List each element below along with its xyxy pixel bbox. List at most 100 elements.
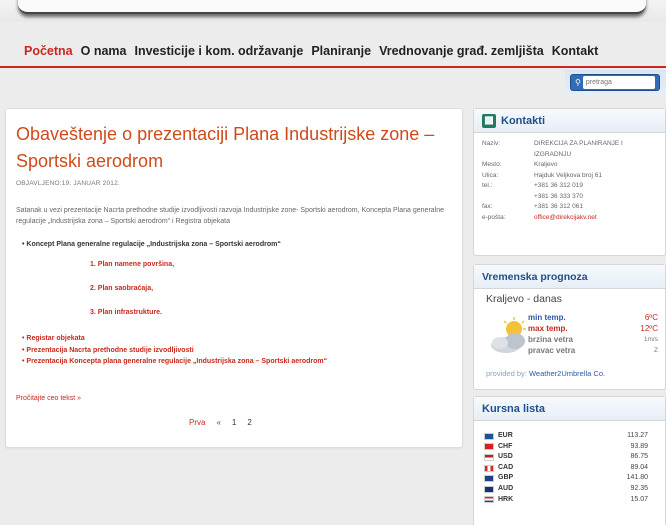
hr-flag-icon (484, 496, 494, 504)
currency-row: CAD 89.04 (484, 463, 654, 474)
currency-code: USD (498, 453, 513, 461)
weather-row-speed: brzina vetra 1m/s (528, 334, 658, 345)
weather-label: max temp. (528, 324, 568, 333)
currency-row: EUR 113.27 (484, 431, 654, 442)
weather-row-min: min temp. 6ºC (528, 312, 658, 323)
contact-value: +381 36 312 061 (534, 203, 583, 210)
contact-key: Naziv: (482, 140, 501, 147)
contact-value: DIREKCIJA ZA PLANIRANJE I (534, 140, 623, 147)
search-input[interactable] (582, 76, 655, 89)
contact-key: tel.: (482, 182, 493, 189)
plan-link-infrastruktura[interactable]: 3. Plan infrastrukture. (90, 309, 174, 333)
contact-key: Ulica: (482, 171, 499, 179)
header-strip (0, 0, 666, 22)
search-icon[interactable]: ⚲ (575, 78, 581, 87)
partly-cloudy-icon (491, 317, 526, 353)
contacts-box: ▩ Kontakti Naziv: DIREKCIJA ZA PLANIRANJE… (473, 108, 666, 256)
contact-value: Kraljevo (534, 161, 558, 168)
contact-row: Ulica: Hajduk Veljkova broj 61 (482, 171, 659, 182)
contacts-title: Kontakti (501, 114, 545, 127)
weather-location: Kraljevo - danas (486, 293, 562, 305)
nav-item-pocetna[interactable]: Početna (24, 44, 73, 62)
currency-row: HRK 15.07 (484, 495, 654, 506)
article-bullets: Koncept Plana generalne regulacije „Indu… (22, 240, 452, 250)
article-date: OBJAVLJENO:19. JANUAR 2012. (16, 180, 120, 187)
weather-value: 12ºC (640, 324, 658, 333)
weather-values: min temp. 6ºC max temp. 12ºC brzina vetra 1… (528, 312, 658, 356)
weather-value: 1m/s (643, 336, 658, 343)
contact-key: fax: (482, 203, 493, 210)
nav-divider (0, 66, 666, 68)
contact-value: +381 36 312 019 (534, 182, 583, 189)
article-intro: Satanak u vezi prezentacije Nacrta preth… (16, 207, 445, 225)
nav-item-investicije[interactable]: Investicije i kom. održavanje (135, 44, 304, 62)
currency-code: EUR (498, 432, 513, 439)
contact-key: Mesto: (482, 161, 502, 168)
currency-rate: 92.35 (630, 484, 648, 492)
nav-item-kontakt[interactable]: Kontakt (552, 44, 599, 62)
currency-header: Kursna lista (474, 397, 665, 421)
weather-title: Vremenska prognoza (482, 270, 588, 283)
currency-code: CHF (498, 442, 513, 450)
contact-row: +381 36 333 370 (482, 192, 659, 203)
contact-row: IZGRADNJU (482, 150, 659, 161)
currency-code: CAD (498, 463, 514, 471)
weather-value: 6ºC (644, 313, 658, 322)
plan-link-namena[interactable]: 1. Plan namene površina, (90, 261, 174, 285)
weather-provider: provided by: Weather2Umbrella Co. (486, 369, 605, 378)
read-more-link[interactable]: Pročitajte ceo tekst » (16, 395, 81, 402)
nav-item-planiranje[interactable]: Planiranje (311, 44, 371, 62)
document-links: Registar objekata Prezentacija Nacrta pr… (22, 333, 452, 368)
link-registar[interactable]: Registar objekata (22, 333, 452, 345)
provider-link[interactable]: Weather2Umbrella Co. (529, 369, 605, 378)
contacts-table: Naziv: DIREKCIJA ZA PLANIRANJE I IZGRADNJ… (482, 139, 659, 223)
ca-flag-icon (484, 464, 494, 472)
plan-link-saobracaj[interactable]: 2. Plan saobraćaja, (90, 285, 174, 309)
currency-code: HRK (498, 495, 514, 503)
currency-title: Kursna lista (482, 402, 545, 415)
currency-rate: 15.07 (630, 495, 648, 503)
contact-value: IZGRADNJU (534, 150, 572, 158)
currency-row: CHF 93.89 (484, 442, 654, 453)
link-prezentacija-nacrta[interactable]: Prezentacija Nacrta prethodne studije iz… (22, 345, 452, 357)
article-title[interactable]: Obaveštenje o prezentaciji Plana Industr… (16, 121, 436, 175)
pagination: Prva « 1 2 (189, 418, 252, 427)
gb-flag-icon (484, 475, 494, 483)
nav-item-o-nama[interactable]: O nama (81, 44, 127, 62)
bullet-concept: Koncept Plana generalne regulacije „Indu… (22, 240, 452, 250)
weather-label: pravac vetra (528, 346, 576, 355)
pager-page-1[interactable]: 1 (232, 418, 236, 427)
contact-email-link[interactable]: office@direkcijakv.net (534, 213, 659, 224)
contact-value: +381 36 333 370 (534, 192, 583, 200)
pager-page-2[interactable]: 2 (247, 418, 251, 427)
currency-row: USD 86.75 (484, 452, 654, 463)
contact-key: e-pošta: (482, 213, 506, 221)
currency-rate: 86.75 (630, 453, 648, 461)
search-box: ⚲ (570, 74, 660, 91)
currency-list: EUR 113.27 CHF 93.89 USD 86.75 CAD 89.04 GBP… (484, 431, 654, 505)
contact-key (482, 150, 534, 161)
pager-prev[interactable]: « (216, 418, 220, 427)
contact-value: Hajduk Veljkova broj 61 (534, 171, 602, 179)
contact-row: Mesto: Kraljevo (482, 160, 659, 171)
link-prezentacija-koncepta[interactable]: Prezentacija Koncepta plana generalne re… (22, 356, 452, 368)
us-flag-icon (484, 453, 494, 461)
ch-flag-icon (484, 443, 494, 451)
currency-code: GBP (498, 474, 514, 482)
contact-card-icon: ▩ (482, 113, 496, 128)
weather-label: min temp. (528, 313, 566, 322)
au-flag-icon (484, 485, 494, 493)
contact-key (482, 192, 534, 203)
header-box (18, 0, 646, 14)
weather-value: Z (654, 347, 658, 354)
weather-header: Vremenska prognoza (474, 265, 665, 289)
pager-first[interactable]: Prva (189, 418, 205, 427)
contact-row: fax: +381 36 312 061 (482, 202, 659, 213)
contacts-header: ▩ Kontakti (474, 109, 665, 133)
currency-rate: 113.27 (627, 432, 648, 439)
currency-rate: 89.04 (630, 463, 648, 471)
nav-item-vrednovanje[interactable]: Vrednovanje građ. zemljišta (379, 44, 544, 62)
currency-code: AUD (498, 484, 514, 492)
eu-flag-icon (484, 432, 494, 440)
currency-row: GBP 141.80 (484, 473, 654, 484)
